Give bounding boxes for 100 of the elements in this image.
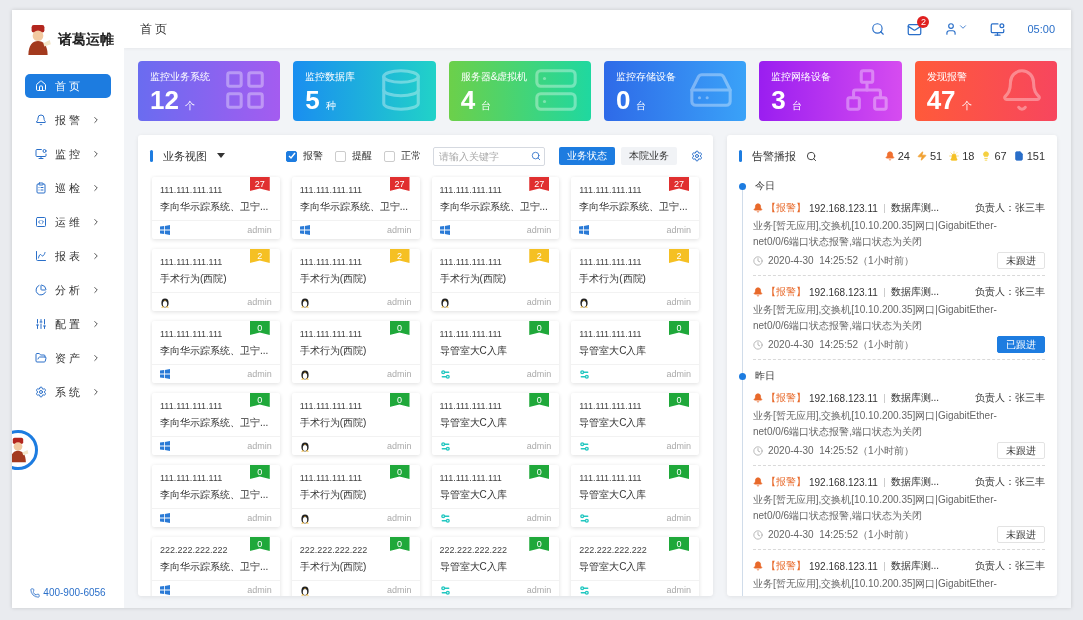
business-card[interactable]: 111.111.111.111 导管室大C入库 admin 0 <box>431 321 560 383</box>
card-user: admin <box>666 441 691 451</box>
card-user: admin <box>526 297 552 307</box>
follow-status-button[interactable]: 已跟进 <box>997 336 1045 353</box>
nav-item[interactable]: 巡检 <box>25 176 111 200</box>
checkbox[interactable] <box>286 150 297 162</box>
title-bar-mark <box>739 150 742 162</box>
card-title: 李向华示踪系统、卫宁... <box>579 200 689 214</box>
follow-status-button[interactable]: 未跟进 <box>997 526 1045 543</box>
nav-item[interactable]: 分析 <box>25 278 111 302</box>
nav-item[interactable]: 配置 <box>25 312 111 336</box>
card-ip: 222.222.222.222 <box>299 545 369 555</box>
checkbox[interactable] <box>384 150 395 162</box>
card-user: admin <box>666 225 691 235</box>
windows-icon <box>299 225 310 235</box>
business-card[interactable]: 111.111.111.111 导管室大C入库 admin 0 <box>571 321 699 383</box>
alert-description: net0/0/6端口状态报警,端口状态为关闭 <box>753 425 923 439</box>
business-card[interactable]: 111.111.111.111 导管室大C入库 admin 0 <box>431 465 560 527</box>
checkbox[interactable] <box>335 150 346 162</box>
business-card[interactable]: 111.111.111.111 李向华示踪系统、卫宁... admin 27 <box>571 177 699 239</box>
chevron-down-icon[interactable] <box>958 22 969 32</box>
business-card[interactable]: 111.111.111.111 导管室大C入库 admin 0 <box>431 393 560 455</box>
alert-count-flag: 2 <box>389 249 410 263</box>
penguin-icon <box>299 368 310 380</box>
alert-source: 数据库测... <box>890 475 940 489</box>
mail-icon[interactable] <box>907 21 923 37</box>
business-card[interactable]: 222.222.222.222 手术行为(西院) admin 0 <box>291 537 420 596</box>
panel-title: 告警播报 <box>752 148 796 164</box>
stat-card[interactable]: 监控网络设备 3 台 <box>759 61 902 121</box>
stat-card[interactable]: 监控业务系统 12 个 <box>138 61 281 121</box>
checkbox-label: 正常 <box>401 149 421 163</box>
alert-count-flag: 0 <box>249 537 270 551</box>
card-ip: 222.222.222.222 <box>160 545 229 555</box>
network-icon <box>843 67 890 113</box>
bell-icon <box>35 114 47 126</box>
business-card[interactable]: 111.111.111.111 李向华示踪系统、卫宁... admin 27 <box>152 177 280 239</box>
clock-icon <box>753 339 763 350</box>
view-tab[interactable]: 业务状态 <box>559 147 615 165</box>
follow-status-button[interactable]: 未跟进 <box>997 252 1045 269</box>
follow-status-button[interactable]: 未跟进 <box>997 442 1045 459</box>
business-card[interactable]: 111.111.111.111 李向华示踪系统、卫宁... admin 0 <box>152 465 280 527</box>
settings-icon[interactable] <box>691 150 703 162</box>
business-card[interactable]: 111.111.111.111 导管室大C入库 admin 0 <box>571 393 699 455</box>
nav-item[interactable]: 首页 <box>25 74 111 98</box>
stat-unit: 个 <box>961 99 972 113</box>
business-card[interactable]: 111.111.111.111 手术行为(西院) admin 0 <box>291 321 420 383</box>
timeline-dot <box>739 372 746 380</box>
card-ip: 111.111.111.111 <box>160 329 224 339</box>
alert-count-flag: 0 <box>669 321 689 335</box>
nav-item[interactable]: 资产 <box>25 346 111 370</box>
mail-badge: 2 <box>917 15 930 28</box>
nav-item[interactable]: 报表 <box>25 244 111 268</box>
search-icon[interactable] <box>871 22 886 36</box>
card-title: 李向华示踪系统、卫宁... <box>439 200 549 214</box>
business-card[interactable]: 111.111.111.111 李向华示踪系统、卫宁... admin 27 <box>291 177 420 239</box>
business-card[interactable]: 111.111.111.111 李向华示踪系统、卫宁... admin 0 <box>152 393 280 455</box>
card-title: 手术行为(西院) <box>299 416 368 430</box>
view-tab[interactable]: 本院业务 <box>621 147 677 165</box>
user-icon[interactable] <box>944 22 959 36</box>
alert-count-flag: 0 <box>529 537 550 551</box>
business-card[interactable]: 111.111.111.111 导管室大C入库 admin 0 <box>571 465 699 527</box>
phone-icon <box>30 587 41 598</box>
business-card[interactable]: 111.111.111.111 李向华示踪系统、卫宁... admin 0 <box>152 321 280 383</box>
document-icon <box>1013 151 1024 161</box>
nav-item[interactable]: 系统 <box>25 380 111 404</box>
nav-item[interactable]: 监控 <box>25 142 111 166</box>
alert-owner: 负责人：张三丰 <box>975 475 1045 489</box>
card-ip: 111.111.111.111 <box>579 401 643 411</box>
penguin-icon <box>160 296 170 308</box>
stat-card[interactable]: 监控存储设备 0 台 <box>604 61 747 121</box>
alert-count: 67 <box>994 150 1007 162</box>
stat-label: 服务器&虚拟机 <box>460 70 529 84</box>
alert-ip: 192.168.123.11 <box>809 286 878 298</box>
alert-count: 18 <box>962 150 975 162</box>
nav-item[interactable]: 报警 <box>25 108 111 132</box>
business-card[interactable]: 111.111.111.111 手术行为(西院) admin 0 <box>291 393 420 455</box>
business-card[interactable]: 111.111.111.111 手术行为(西院) admin 2 <box>431 249 560 311</box>
business-card[interactable]: 111.111.111.111 李向华示踪系统、卫宁... admin 27 <box>431 177 560 239</box>
nav-item[interactable]: 运维 <box>25 210 111 234</box>
clock-icon <box>753 529 763 540</box>
alert-description: 业务[暂无应用],交换机[10.10.200.35]网口|GigabitEther- <box>753 577 998 591</box>
business-card[interactable]: 111.111.111.111 手术行为(西院) admin 2 <box>291 249 420 311</box>
business-card[interactable]: 111.111.111.111 手术行为(西院) admin 0 <box>291 465 420 527</box>
business-card[interactable]: 222.222.222.222 李向华示踪系统、卫宁... admin 0 <box>152 537 280 596</box>
business-card[interactable]: 222.222.222.222 导管室大C入库 admin 0 <box>431 537 560 596</box>
alert-ip: 192.168.123.11 <box>809 392 878 404</box>
monitor-icon[interactable] <box>990 21 1006 37</box>
business-card[interactable]: 222.222.222.222 导管室大C入库 admin 0 <box>571 537 699 596</box>
search-icon[interactable] <box>806 150 817 162</box>
business-card[interactable]: 111.111.111.111 手术行为(西院) admin 2 <box>152 249 280 311</box>
logo-text: 诸葛运帷 <box>58 31 114 49</box>
bell-icon <box>753 393 763 403</box>
business-card[interactable]: 111.111.111.111 手术行为(西院) admin 2 <box>571 249 699 311</box>
keyword-search-field[interactable]: 请输入关键字 <box>433 146 545 166</box>
penguin-icon <box>299 584 310 596</box>
dropdown-caret-icon[interactable] <box>217 153 225 159</box>
windows-icon <box>160 441 170 451</box>
alert-count-flag: 0 <box>389 465 410 479</box>
card-ip: 111.111.111.111 <box>579 473 643 483</box>
card-ip: 111.111.111.111 <box>579 185 643 195</box>
